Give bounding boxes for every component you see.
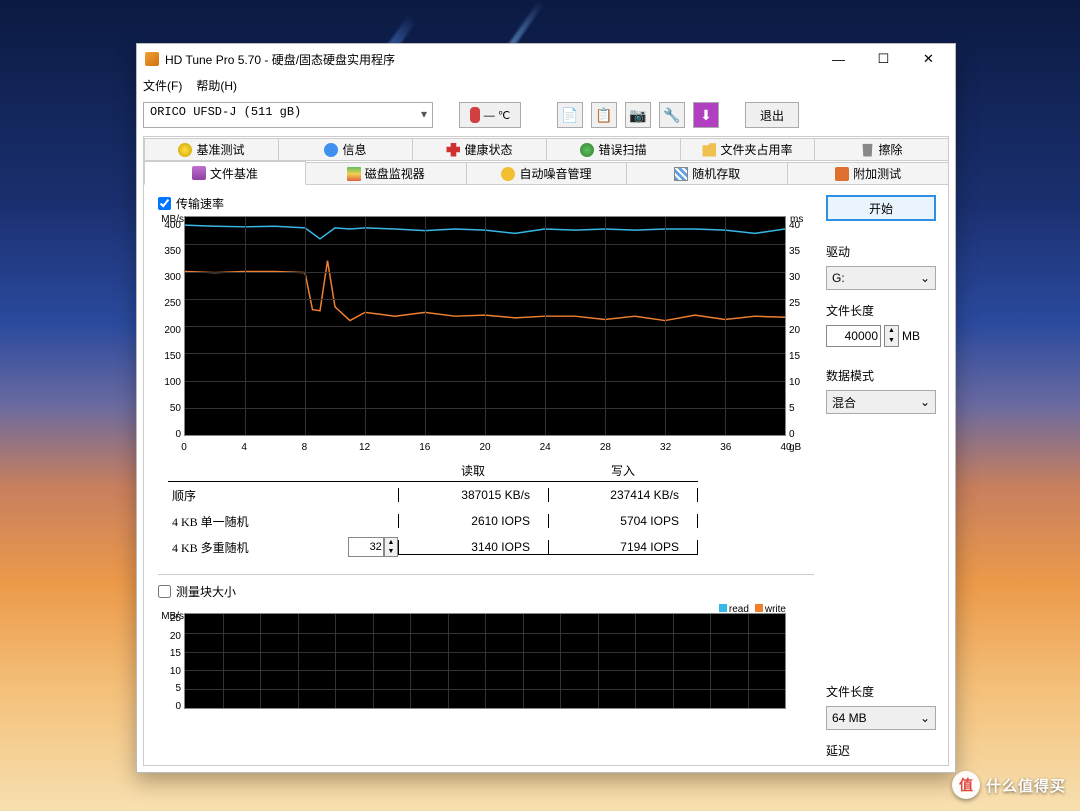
watermark: 值 什么值得买 — [952, 771, 1066, 799]
ico-trash-icon — [860, 143, 874, 157]
col-write: 写入 — [548, 460, 698, 482]
queue-depth-stepper[interactable]: ▲▼ — [384, 537, 398, 557]
ico-info-icon — [324, 143, 338, 157]
file-length2-combo[interactable]: 64 MB⌄ — [826, 706, 936, 730]
block-size-checkbox[interactable] — [158, 585, 171, 598]
results-table: 读取 写入 顺序387015 KB/s237414 KB/s4 KB 单一随机2… — [168, 460, 778, 560]
file-length-label: 文件长度 — [826, 302, 936, 319]
file-length-stepper[interactable]: ▲▼ — [884, 325, 899, 347]
watermark-badge: 值 — [952, 771, 980, 799]
temperature-value: — ℃ — [484, 109, 510, 122]
app-window: HD Tune Pro 5.70 - 硬盘/固态硬盘实用程序 — ☐ ✕ 文件(… — [136, 43, 956, 773]
data-mode-label: 数据模式 — [826, 367, 936, 384]
tab-基准测试[interactable]: 基准测试 — [144, 138, 279, 161]
tab-磁盘监视器[interactable]: 磁盘监视器 — [305, 162, 467, 185]
tab-随机存取[interactable]: 随机存取 — [626, 162, 788, 185]
tab-信息[interactable]: 信息 — [278, 138, 413, 161]
tab-文件夹占用率[interactable]: 文件夹占用率 — [680, 138, 815, 161]
side-panel: 开始 驱动 G:⌄ 文件长度 ▲▼ MB 数据模式 混合⌄ 文件长度 64 MB… — [826, 195, 936, 759]
file-length2-label: 文件长度 — [826, 683, 936, 700]
ico-bulb-icon — [178, 143, 192, 157]
ico-folder-icon — [702, 143, 716, 157]
tab-自动噪音管理[interactable]: 自动噪音管理 — [466, 162, 628, 185]
result-row: 顺序387015 KB/s237414 KB/s — [168, 482, 778, 508]
result-row: 4 KB 多重随机32▲▼3140 IOPS7194 IOPS — [168, 534, 778, 560]
tab-row-1: 基准测试信息健康状态错误扫描文件夹占用率擦除 — [144, 137, 948, 161]
watermark-text: 什么值得买 — [986, 775, 1066, 796]
ico-scan-icon — [580, 143, 594, 157]
menubar: 文件(F) 帮助(H) — [137, 74, 955, 96]
exit-button[interactable]: 退出 — [745, 102, 799, 128]
tab-擦除[interactable]: 擦除 — [814, 138, 949, 161]
col-read: 读取 — [398, 460, 548, 482]
window-title: HD Tune Pro 5.70 - 硬盘/固态硬盘实用程序 — [165, 51, 816, 68]
transfer-rate-label: 传输速率 — [176, 195, 224, 212]
queue-depth-input[interactable]: 32 — [348, 537, 384, 557]
block-size-checkbox-row[interactable]: 测量块大小 — [158, 583, 814, 600]
ico-random-icon — [674, 167, 688, 181]
tab-错误扫描[interactable]: 错误扫描 — [546, 138, 681, 161]
ico-health-icon — [446, 143, 460, 157]
menu-file[interactable]: 文件(F) — [143, 77, 182, 94]
tab-健康状态[interactable]: 健康状态 — [412, 138, 547, 161]
chevron-down-icon: ⌄ — [920, 395, 930, 409]
titlebar: HD Tune Pro 5.70 - 硬盘/固态硬盘实用程序 — ☐ ✕ — [137, 44, 955, 74]
copy-screenshot-button[interactable]: 📋 — [591, 102, 617, 128]
x-axis: 0481216202428323640gB — [158, 442, 814, 456]
result-row: 4 KB 单一随机2610 IOPS5704 IOPS — [168, 508, 778, 534]
close-button[interactable]: ✕ — [906, 45, 951, 73]
file-length-unit: MB — [902, 329, 920, 343]
file-length-input[interactable] — [826, 325, 881, 347]
tab-附加测试[interactable]: 附加测试 — [787, 162, 949, 185]
screenshot-button[interactable]: 📷 — [625, 102, 651, 128]
ico-monitor-icon — [347, 167, 361, 181]
drive-label: 驱动 — [826, 243, 936, 260]
delay-label: 延迟 — [826, 742, 936, 759]
transfer-chart: MB/s050100150200250300350400 ms051015202… — [158, 216, 814, 436]
block-chart: MB/s0510152025 — [158, 613, 814, 709]
chevron-down-icon: ⌄ — [920, 271, 930, 285]
minimize-button[interactable]: — — [816, 45, 861, 73]
app-icon — [145, 52, 159, 66]
menu-help[interactable]: 帮助(H) — [196, 77, 237, 94]
tab-content-file-benchmark: 传输速率 MB/s050100150200250300350400 ms0510… — [144, 185, 948, 765]
temperature-display: — ℃ — [459, 102, 521, 128]
transfer-rate-checkbox-row[interactable]: 传输速率 — [158, 195, 814, 212]
ico-sound-icon — [501, 167, 515, 181]
copy-info-button[interactable]: 📄 — [557, 102, 583, 128]
tabs-container: 基准测试信息健康状态错误扫描文件夹占用率擦除 文件基准磁盘监视器自动噪音管理随机… — [143, 136, 949, 766]
block-size-label: 测量块大小 — [176, 583, 236, 600]
transfer-rate-checkbox[interactable] — [158, 197, 171, 210]
toolbar: ORICO UFSD-J (511 gB) — ℃ 📄 📋 📷 🔧 ⬇ 退出 — [143, 98, 949, 132]
drive-selector[interactable]: ORICO UFSD-J (511 gB) — [143, 102, 433, 128]
drive-combo[interactable]: G:⌄ — [826, 266, 936, 290]
save-button[interactable]: ⬇ — [693, 102, 719, 128]
options-button[interactable]: 🔧 — [659, 102, 685, 128]
chevron-down-icon: ⌄ — [920, 711, 930, 725]
thermometer-icon — [470, 107, 480, 123]
tab-文件基准[interactable]: 文件基准 — [144, 161, 306, 185]
data-mode-combo[interactable]: 混合⌄ — [826, 390, 936, 414]
ico-file-icon — [192, 166, 206, 180]
start-button[interactable]: 开始 — [826, 195, 936, 221]
tab-row-2: 文件基准磁盘监视器自动噪音管理随机存取附加测试 — [144, 161, 948, 185]
ico-extra-icon — [835, 167, 849, 181]
maximize-button[interactable]: ☐ — [861, 45, 906, 73]
